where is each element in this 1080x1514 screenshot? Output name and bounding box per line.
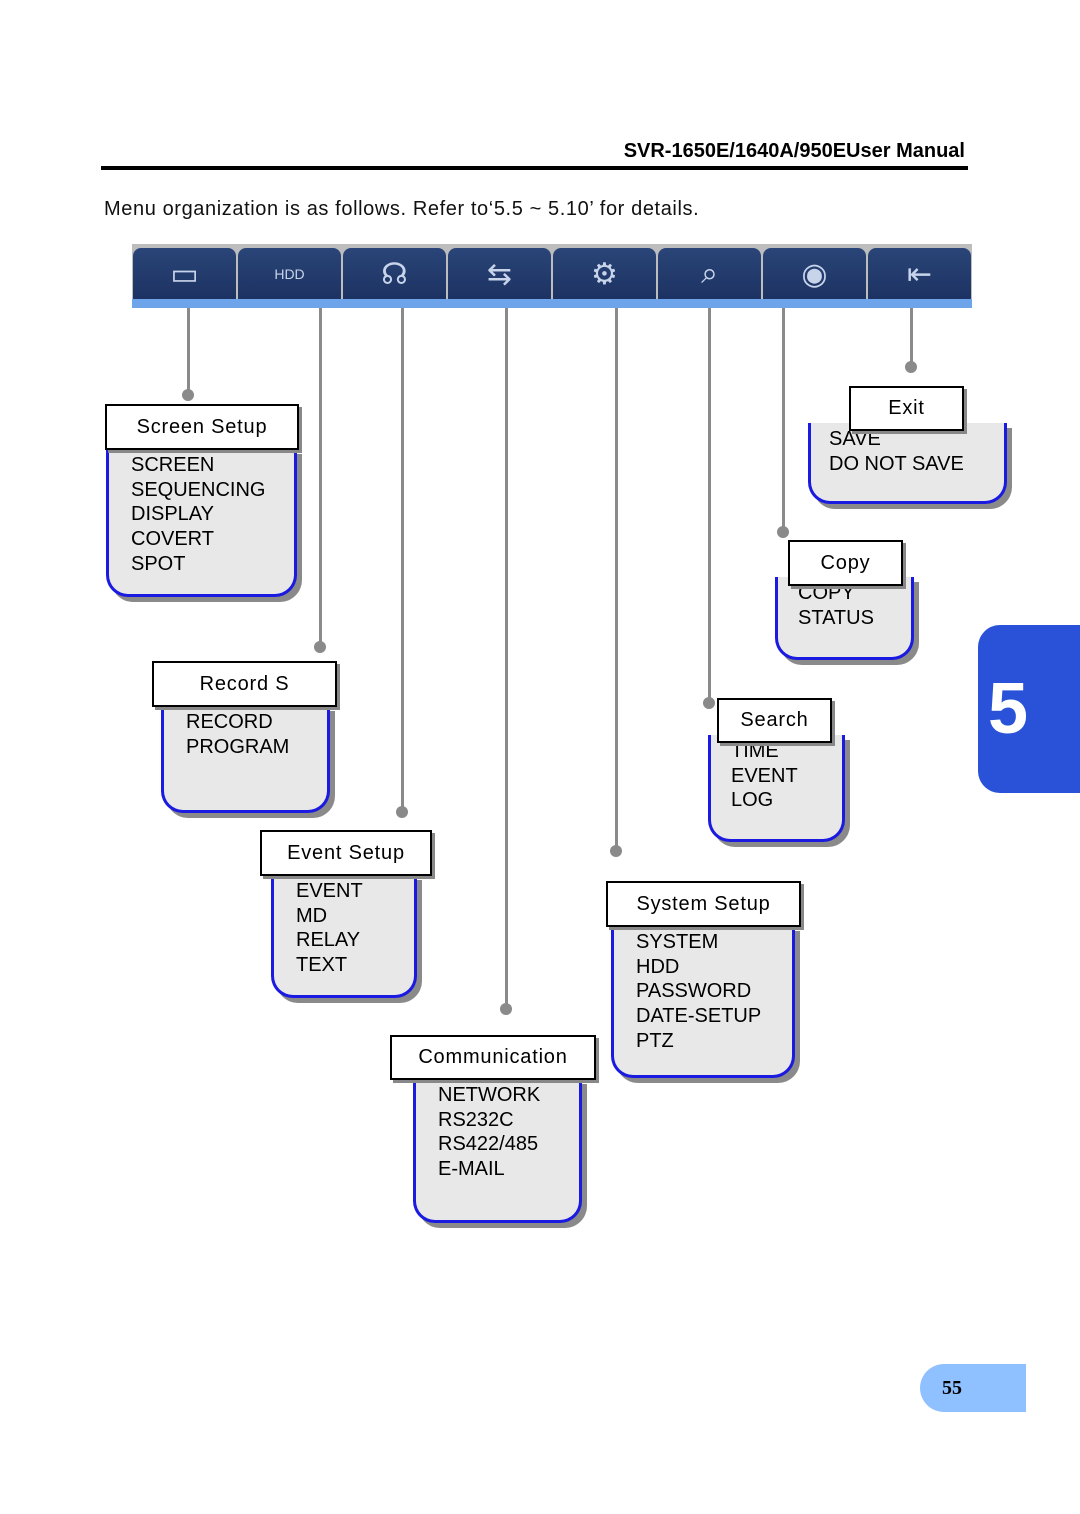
menu-item[interactable]: RS422/485 [438,1132,579,1157]
exit-title[interactable]: Exit [849,386,964,431]
intro-text: Menu organization is as follows. Refer t… [104,198,700,220]
connector-dot [182,389,194,401]
copy-disc-icon[interactable]: ◉ [763,248,866,300]
monitor-icon[interactable]: ▭ [133,248,236,300]
monitor-icon-glyph: ▭ [170,257,199,291]
page-number: 55 [920,1364,1026,1412]
menu-item[interactable]: E-MAIL [438,1157,579,1182]
menu-item[interactable]: MD [296,904,414,929]
network-icon-glyph: ⇆ [486,257,513,291]
screen-setup-title[interactable]: Screen Setup [105,404,299,450]
record-s-items: RECORD PROGRAM [161,706,330,813]
menu-item[interactable]: SEQUENCING [131,478,294,503]
menu-toolbar: ⇤ ◉ ⌕ ⚙ ⇆ ☊ HDD ▭ [132,244,972,308]
communication-items: NETWORK RS232C RS422/485 E-MAIL [413,1079,582,1223]
connector-line [910,308,913,367]
search-items: TIME EVENT LOG [708,735,845,842]
menu-item[interactable]: STATUS [798,606,911,631]
toolbar-bar [132,299,972,308]
menu-item[interactable]: PASSWORD [636,979,792,1004]
menu-item[interactable]: SYSTEM [636,930,792,955]
system-tools-icon[interactable]: ⚙ [553,248,656,300]
header-rule [101,166,968,170]
communication-title[interactable]: Communication [390,1035,596,1080]
connector-line [782,308,785,532]
connector-dot [500,1003,512,1015]
chapter-tab: 5 [978,625,1080,793]
connector-dot [777,526,789,538]
connector-dot [703,697,715,709]
connector-line [187,308,190,395]
connector-dot [905,361,917,373]
search-title[interactable]: Search [717,698,832,743]
event-setup-title[interactable]: Event Setup [260,830,432,876]
search-folder-icon[interactable]: ⌕ [658,248,761,300]
connector-line [615,308,618,851]
connector-dot [314,641,326,653]
search-folder-icon-glyph: ⌕ [701,257,718,290]
menu-item[interactable]: SCREEN [131,453,294,478]
event-person-icon[interactable]: ☊ [343,248,446,300]
menu-item[interactable]: RS232C [438,1108,579,1133]
network-icon[interactable]: ⇆ [448,248,551,300]
copy-items: COPY STATUS [775,577,914,660]
connector-dot [396,806,408,818]
connector-dot [610,845,622,857]
event-person-icon-glyph: ☊ [381,257,408,291]
exit-door-icon-glyph: ⇤ [906,257,933,291]
hdd-icon-glyph: HDD [274,266,305,282]
manual-page: SVR-1650E/1640A/950EUser Manual Menu org… [0,0,1080,1514]
screen-setup-items: SCREEN SEQUENCING DISPLAY COVERT SPOT [106,449,297,597]
menu-item[interactable]: TEXT [296,953,414,978]
header-title: SVR-1650E/1640A/950EUser Manual [623,140,965,162]
copy-disc-icon-glyph: ◉ [801,257,828,291]
menu-item[interactable]: DATE-SETUP [636,1004,792,1029]
menu-item[interactable]: RECORD [186,710,327,735]
system-setup-title[interactable]: System Setup [606,881,801,927]
connector-line [401,308,404,812]
connector-line [505,308,508,1009]
hdd-icon[interactable]: HDD [238,248,341,300]
menu-item[interactable]: RELAY [296,928,414,953]
menu-item[interactable]: DO NOT SAVE [829,452,1004,477]
menu-item[interactable]: LOG [731,788,842,813]
menu-item[interactable]: NETWORK [438,1083,579,1108]
menu-item[interactable]: EVENT [296,879,414,904]
exit-items: SAVE DO NOT SAVE [808,423,1007,504]
event-setup-items: EVENT MD RELAY TEXT [271,875,417,998]
exit-door-icon[interactable]: ⇤ [868,248,971,300]
menu-item[interactable]: PROGRAM [186,735,327,760]
connector-line [319,308,322,647]
menu-item[interactable]: DISPLAY [131,502,294,527]
record-s-title[interactable]: Record S [152,661,337,707]
connector-line [708,308,711,703]
menu-item[interactable]: PTZ [636,1029,792,1054]
system-tools-icon-glyph: ⚙ [591,257,618,291]
menu-item[interactable]: SPOT [131,552,294,577]
copy-title[interactable]: Copy [788,540,903,586]
menu-item[interactable]: COVERT [131,527,294,552]
system-setup-items: SYSTEM HDD PASSWORD DATE-SETUP PTZ [611,926,795,1078]
menu-item[interactable]: HDD [636,955,792,980]
menu-item[interactable]: EVENT [731,764,842,789]
